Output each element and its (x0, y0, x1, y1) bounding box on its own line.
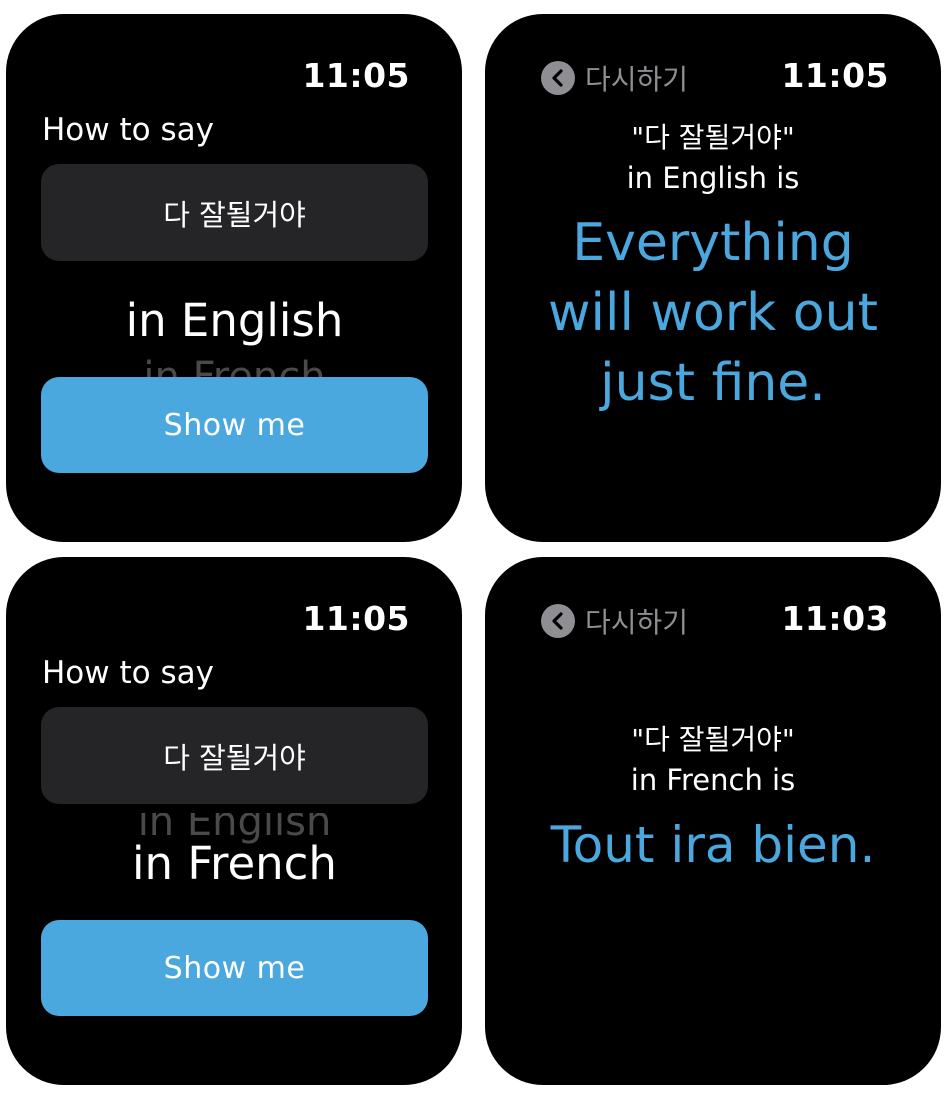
show-me-button[interactable]: Show me (41, 920, 428, 1016)
back-button[interactable]: 다시하기 (541, 58, 688, 98)
back-label[interactable]: 다시하기 (585, 58, 688, 98)
chevron-left-icon[interactable] (541, 61, 575, 95)
watch-screen-input-english: 11:05 How to say 다 잘될거야 in English in Fr… (6, 14, 462, 542)
clock-time: 11:03 (781, 599, 889, 638)
translation-text: Tout ira bien. (550, 816, 876, 874)
clock-time: 11:05 (302, 56, 410, 95)
clock-time: 11:05 (302, 599, 410, 638)
phrase-input[interactable]: 다 잘될거야 (41, 707, 428, 804)
show-me-label: Show me (163, 950, 306, 986)
phrase-input[interactable]: 다 잘될거야 (41, 164, 428, 261)
target-language-line: in English is (626, 161, 800, 195)
show-me-label: Show me (163, 407, 306, 443)
picker-option-next[interactable]: in French (41, 354, 428, 378)
watch-screen-result-english: 다시하기 11:05 "다 잘될거야" in English is Everyt… (485, 14, 941, 542)
show-me-button[interactable]: Show me (41, 377, 428, 473)
source-phrase-quote: "다 잘될거야" (631, 723, 795, 756)
phrase-text: 다 잘될거야 (163, 197, 306, 232)
chevron-left-icon[interactable] (541, 604, 575, 638)
language-picker[interactable]: in English in French (41, 270, 428, 378)
watch-screen-result-french: 다시하기 11:03 "다 잘될거야" in French is Tout ir… (485, 557, 941, 1085)
target-language-line: in French is (630, 763, 796, 797)
phrase-text: 다 잘될거야 (163, 740, 306, 775)
language-picker[interactable]: in English in French (41, 813, 428, 921)
translation-line: just fine. (600, 353, 826, 413)
watch-screen-input-french: 11:05 How to say in English in French 다 … (6, 557, 462, 1085)
back-button[interactable]: 다시하기 (541, 601, 688, 641)
picker-option-selected[interactable]: in English (41, 294, 428, 347)
how-to-say-label: How to say (42, 655, 214, 691)
source-phrase-quote: "다 잘될거야" (631, 121, 795, 154)
picker-option-selected[interactable]: in French (41, 837, 428, 890)
translation-line: will work out (548, 283, 878, 343)
translation-line: Everything (572, 213, 854, 273)
clock-time: 11:05 (781, 56, 889, 95)
translation-result: "다 잘될거야" in French is Tout ira bien. (505, 720, 921, 880)
translation-text: Everything will work out just fine. (505, 208, 921, 418)
back-label[interactable]: 다시하기 (585, 601, 688, 641)
translation-result: "다 잘될거야" in English is Everything will w… (505, 118, 921, 418)
how-to-say-label: How to say (42, 112, 214, 148)
